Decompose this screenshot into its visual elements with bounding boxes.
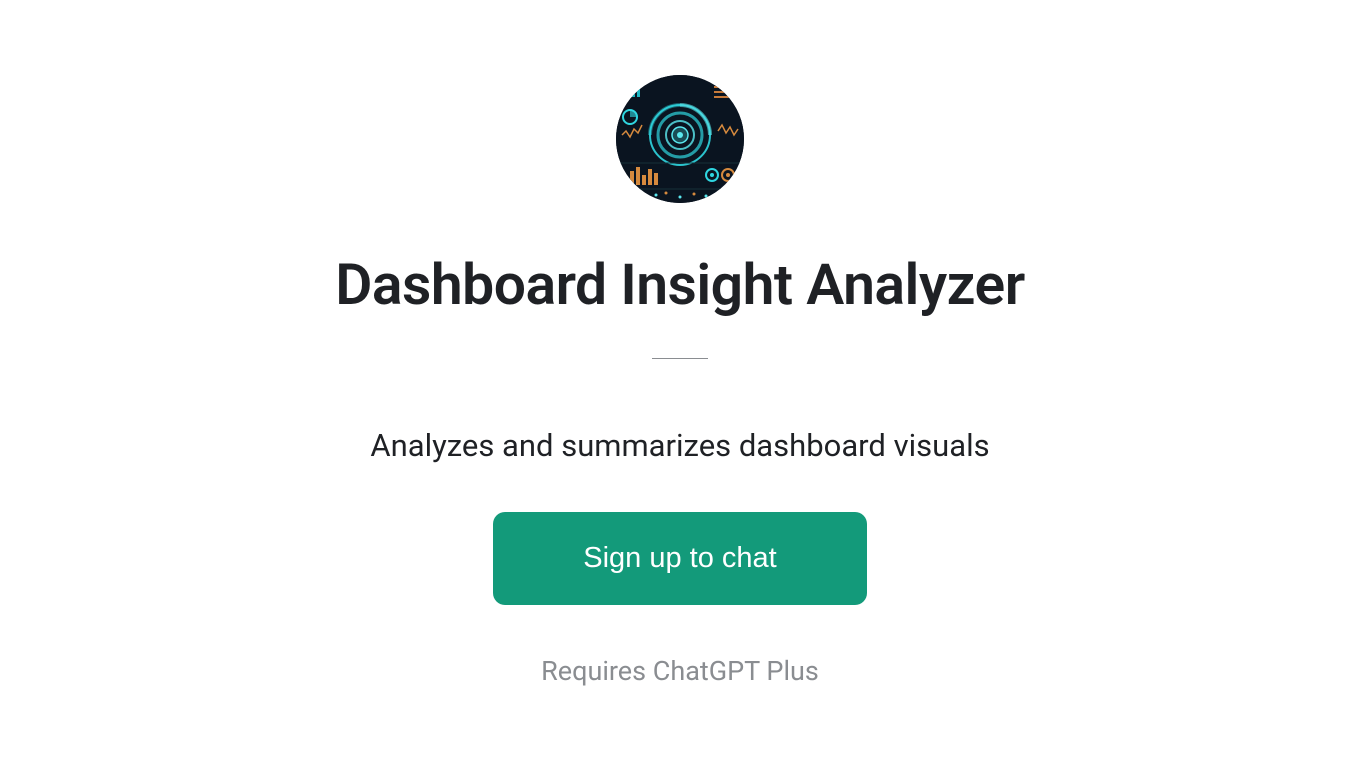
gpt-avatar <box>616 75 744 203</box>
requirement-text: Requires ChatGPT Plus <box>541 655 819 687</box>
page-title: Dashboard Insight Analyzer <box>335 251 1024 318</box>
title-divider <box>652 358 708 359</box>
sign-up-button[interactable]: Sign up to chat <box>493 512 866 605</box>
page-subtitle: Analyzes and summarizes dashboard visual… <box>370 427 989 464</box>
